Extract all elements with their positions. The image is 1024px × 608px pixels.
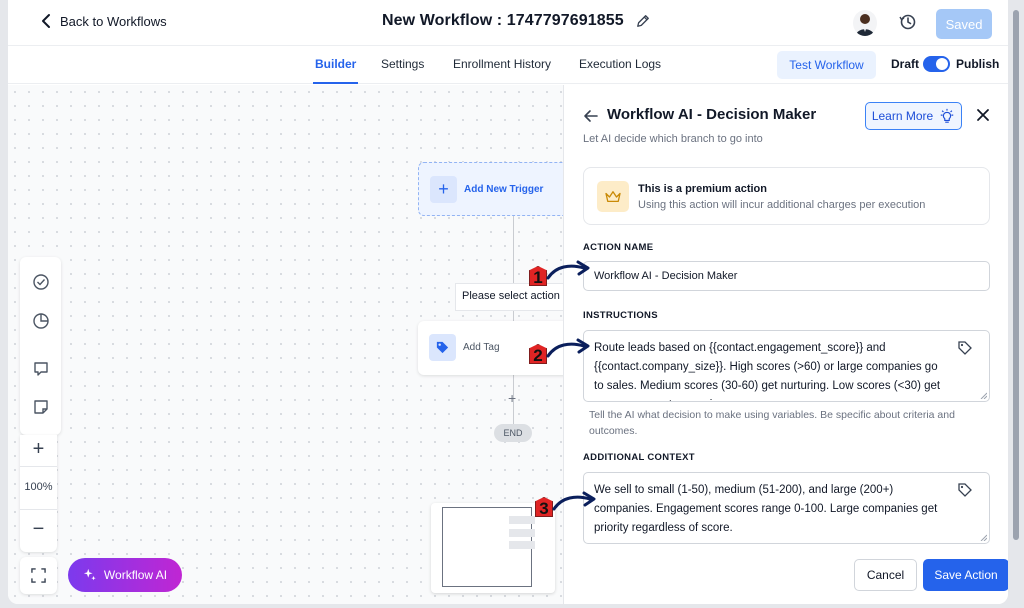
draft-label: Draft xyxy=(891,57,920,71)
minimap-node xyxy=(509,516,535,524)
minimap-node xyxy=(509,529,535,537)
zoom-controls: + 100% − xyxy=(20,435,57,552)
test-workflow-button[interactable]: Test Workflow xyxy=(777,51,876,79)
tag-icon xyxy=(429,334,456,361)
workflow-title-text: New Workflow : 1747797691855 xyxy=(382,12,624,29)
add-step-button[interactable]: + xyxy=(508,390,516,406)
zoom-in-button[interactable]: + xyxy=(20,438,57,461)
instructions-help-text: Tell the AI what decision to make using … xyxy=(589,409,955,437)
saved-button[interactable]: Saved xyxy=(936,9,992,39)
end-node: END xyxy=(494,424,532,442)
sparkle-icon xyxy=(83,568,96,581)
zoom-out-button[interactable]: − xyxy=(20,518,57,541)
action-name-label: ACTION NAME xyxy=(583,242,654,253)
tab-enrollment-history[interactable]: Enrollment History xyxy=(453,57,551,71)
tab-builder[interactable]: Builder xyxy=(312,57,359,84)
workflow-canvas[interactable]: + Add New Trigger Please select action A… xyxy=(8,85,563,604)
chevron-left-icon xyxy=(42,14,50,28)
arrow-right-icon xyxy=(552,491,596,511)
workflow-ai-button[interactable]: Workflow AI xyxy=(68,558,182,592)
expand-icon xyxy=(31,568,46,583)
crown-icon xyxy=(597,181,629,212)
note-icon[interactable] xyxy=(32,398,50,416)
back-label: Back to Workflows xyxy=(60,13,167,29)
learn-more-label: Learn More xyxy=(871,109,934,123)
canvas-toolbar xyxy=(20,257,61,435)
zoom-level: 100% xyxy=(24,481,53,493)
minimap-node xyxy=(509,541,535,549)
variable-tag-icon[interactable] xyxy=(957,482,973,498)
premium-heading: This is a premium action xyxy=(638,183,767,195)
panel-subtitle: Let AI decide which branch to go into xyxy=(583,133,763,145)
workflow-builder-window: Back to Workflows New Workflow : 1747797… xyxy=(8,0,1008,604)
arrow-right-icon xyxy=(546,338,590,358)
pie-chart-icon[interactable] xyxy=(32,312,50,330)
plus-icon: + xyxy=(430,176,457,203)
publish-label: Publish xyxy=(956,57,1000,71)
arrow-right-icon xyxy=(546,260,590,280)
scrollbar-thumb[interactable] xyxy=(1013,10,1019,540)
premium-notice: This is a premium action Using this acti… xyxy=(583,167,990,225)
check-circle-icon[interactable] xyxy=(32,273,50,291)
comment-icon[interactable] xyxy=(32,360,50,378)
instructions-text: Route leads based on {{contact.engagemen… xyxy=(594,342,941,401)
variable-tag-icon[interactable] xyxy=(957,340,973,356)
additional-context-text: We sell to small (1-50), medium (51-200)… xyxy=(594,484,938,534)
top-bar: Back to Workflows New Workflow : 1747797… xyxy=(8,0,1008,46)
tab-settings[interactable]: Settings xyxy=(381,57,424,71)
premium-description: Using this action will incur additional … xyxy=(638,199,926,211)
additional-context-textarea[interactable]: We sell to small (1-50), medium (51-200)… xyxy=(583,472,990,544)
resize-handle-icon[interactable] xyxy=(980,392,987,399)
fit-view-button[interactable] xyxy=(20,557,57,594)
add-trigger-label: Add New Trigger xyxy=(464,184,544,195)
avatar[interactable] xyxy=(853,10,877,36)
arrow-left-icon[interactable] xyxy=(583,108,599,124)
back-to-workflows-link[interactable]: Back to Workflows xyxy=(40,13,167,29)
add-trigger-card[interactable]: + Add New Trigger xyxy=(418,162,563,216)
workflow-ai-label: Workflow AI xyxy=(103,568,168,582)
learn-more-button[interactable]: Learn More xyxy=(865,102,962,130)
cancel-button[interactable]: Cancel xyxy=(854,559,917,591)
resize-handle-icon[interactable] xyxy=(980,534,987,541)
add-tag-label: Add Tag xyxy=(463,342,500,353)
publish-toggle[interactable] xyxy=(923,56,950,72)
tab-execution-logs[interactable]: Execution Logs xyxy=(579,57,661,71)
action-name-input[interactable]: Workflow AI - Decision Maker xyxy=(583,261,990,291)
connector-line xyxy=(513,311,514,321)
workflow-title[interactable]: New Workflow : 1747797691855 xyxy=(382,12,650,30)
connector-line xyxy=(513,216,514,283)
action-config-panel: Workflow AI - Decision Maker Let AI deci… xyxy=(563,85,1008,604)
tab-bar: Builder Settings Enrollment History Exec… xyxy=(8,46,1008,84)
close-icon[interactable] xyxy=(975,107,991,123)
pencil-icon[interactable] xyxy=(636,14,650,28)
divider xyxy=(20,509,57,510)
instructions-label: INSTRUCTIONS xyxy=(583,310,658,321)
lightbulb-icon xyxy=(940,108,954,123)
panel-title: Workflow AI - Decision Maker xyxy=(607,106,817,123)
additional-context-label: ADDITIONAL CONTEXT xyxy=(583,452,695,463)
user-avatar-icon xyxy=(856,14,874,36)
save-action-button[interactable]: Save Action xyxy=(923,559,1008,591)
divider xyxy=(20,466,57,467)
instructions-textarea[interactable]: Route leads based on {{contact.engagemen… xyxy=(583,330,990,402)
history-icon[interactable] xyxy=(899,13,917,31)
window-scrollbar[interactable] xyxy=(1008,0,1024,608)
